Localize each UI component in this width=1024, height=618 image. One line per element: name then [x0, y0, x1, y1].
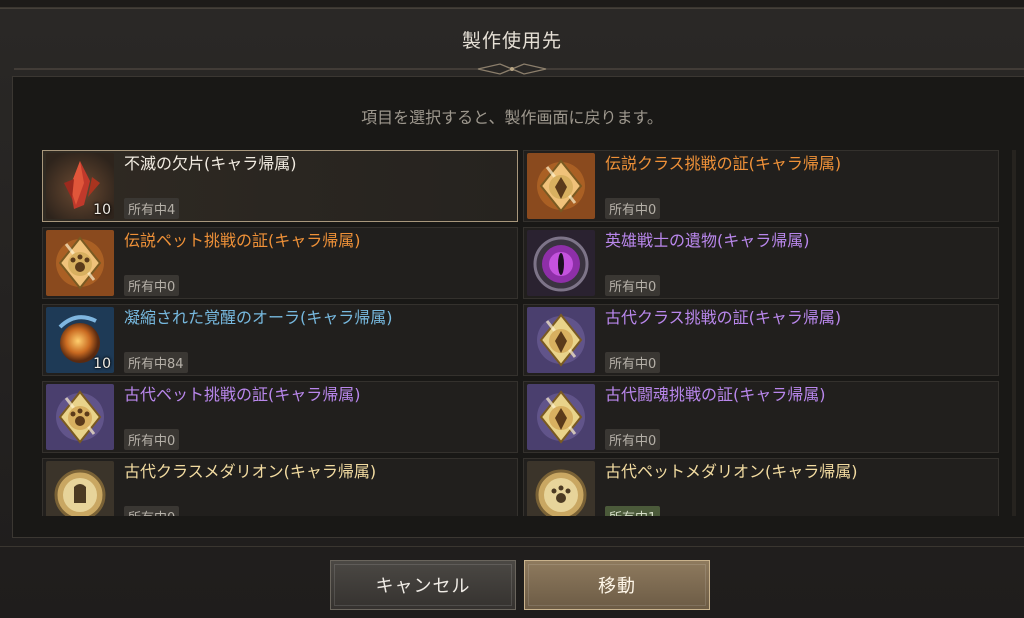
awakening-aura-orb-icon: 10 [46, 307, 114, 373]
item-name: 伝説ペット挑戦の証(キャラ帰属) [124, 231, 361, 250]
cancel-button[interactable]: キャンセル [330, 560, 516, 610]
list-item[interactable]: 古代ペット挑戦の証(キャラ帰属) 所有中0 [42, 381, 518, 453]
ancient-pet-medallion-icon [527, 461, 595, 516]
item-name: 英雄戦士の遺物(キャラ帰属) [605, 231, 810, 250]
title-ornament-divider [14, 63, 1024, 75]
list-item[interactable]: 10 不滅の欠片(キャラ帰属) 所有中4 [42, 150, 518, 222]
list-item[interactable]: 伝説クラス挑戦の証(キャラ帰属) 所有中0 [523, 150, 999, 222]
item-owned-count: 所有中84 [124, 352, 188, 373]
item-name: 古代クラス挑戦の証(キャラ帰属) [605, 308, 842, 327]
item-name: 凝縮された覚醒のオーラ(キャラ帰属) [124, 308, 393, 327]
purple-eye-relic-icon [527, 230, 595, 296]
item-owned-count: 所有中0 [605, 429, 661, 450]
item-name: 伝説クラス挑戦の証(キャラ帰属) [605, 154, 842, 173]
legend-class-medal-icon [527, 153, 595, 219]
dialog-title: 製作使用先 [461, 30, 562, 52]
item-owned-count: 所有中0 [124, 275, 180, 296]
item-owned-count: 所有中4 [124, 198, 180, 219]
move-button[interactable]: 移動 [524, 560, 710, 610]
item-name: 古代闘魂挑戦の証(キャラ帰属) [605, 385, 826, 404]
item-stack-count: 10 [93, 202, 111, 218]
list-item[interactable]: 古代ペットメダリオン(キャラ帰属) 所有中1 [523, 458, 999, 516]
item-name: 古代ペットメダリオン(キャラ帰属) [605, 462, 858, 481]
list-item[interactable]: 10 凝縮された覚醒のオーラ(キャラ帰属) 所有中84 [42, 304, 518, 376]
item-owned-count: 所有中0 [605, 275, 661, 296]
item-text: 古代闘魂挑戦の証(キャラ帰属) 所有中0 [605, 384, 998, 450]
item-owned-count: 所有中0 [605, 198, 661, 219]
item-text: 古代ペットメダリオン(キャラ帰属) 所有中1 [605, 461, 998, 516]
list-item[interactable]: 古代クラスメダリオン(キャラ帰属) 所有中0 [42, 458, 518, 516]
list-scrollbar[interactable] [1012, 150, 1016, 516]
item-owned-count: 所有中0 [605, 352, 661, 373]
cancel-button-label: キャンセル [375, 576, 471, 597]
item-stack-count: 10 [93, 356, 111, 372]
footer-divider [0, 546, 1024, 547]
item-text: 凝縮された覚醒のオーラ(キャラ帰属) 所有中84 [124, 307, 517, 373]
list-item[interactable]: 伝説ペット挑戦の証(キャラ帰属) 所有中0 [42, 227, 518, 299]
red-crystal-shard-icon: 10 [46, 153, 114, 219]
ancient-class-medal-icon [527, 307, 595, 373]
instruction-text: 項目を選択すると、製作画面に戻ります。 [361, 108, 663, 127]
item-owned-count: 所有中1 [605, 506, 661, 516]
item-text: 古代ペット挑戦の証(キャラ帰属) 所有中0 [124, 384, 517, 450]
item-text: 伝説クラス挑戦の証(キャラ帰属) 所有中0 [605, 153, 998, 219]
item-list[interactable]: 10 不滅の欠片(キャラ帰属) 所有中4 伝説クラス挑戦の証(キャラ帰属) 所有中0 伝説… [42, 150, 1000, 516]
item-name: 古代ペット挑戦の証(キャラ帰属) [124, 385, 361, 404]
ancient-spirit-medal-icon [527, 384, 595, 450]
move-button-label: 移動 [598, 576, 636, 597]
ancient-class-medallion-icon [46, 461, 114, 516]
item-text: 不滅の欠片(キャラ帰属) 所有中4 [124, 153, 517, 219]
item-text: 英雄戦士の遺物(キャラ帰属) 所有中0 [605, 230, 998, 296]
item-text: 伝説ペット挑戦の証(キャラ帰属) 所有中0 [124, 230, 517, 296]
item-owned-count: 所有中0 [124, 429, 180, 450]
item-name: 古代クラスメダリオン(キャラ帰属) [124, 462, 377, 481]
top-strip [0, 0, 1024, 8]
item-text: 古代クラス挑戦の証(キャラ帰属) 所有中0 [605, 307, 998, 373]
list-item[interactable]: 古代クラス挑戦の証(キャラ帰属) 所有中0 [523, 304, 999, 376]
item-name: 不滅の欠片(キャラ帰属) [124, 154, 297, 173]
item-owned-count: 所有中0 [124, 506, 180, 516]
ancient-pet-medal-icon [46, 384, 114, 450]
list-item[interactable]: 古代闘魂挑戦の証(キャラ帰属) 所有中0 [523, 381, 999, 453]
legend-pet-medal-icon [46, 230, 114, 296]
item-text: 古代クラスメダリオン(キャラ帰属) 所有中0 [124, 461, 517, 516]
list-item[interactable]: 英雄戦士の遺物(キャラ帰属) 所有中0 [523, 227, 999, 299]
